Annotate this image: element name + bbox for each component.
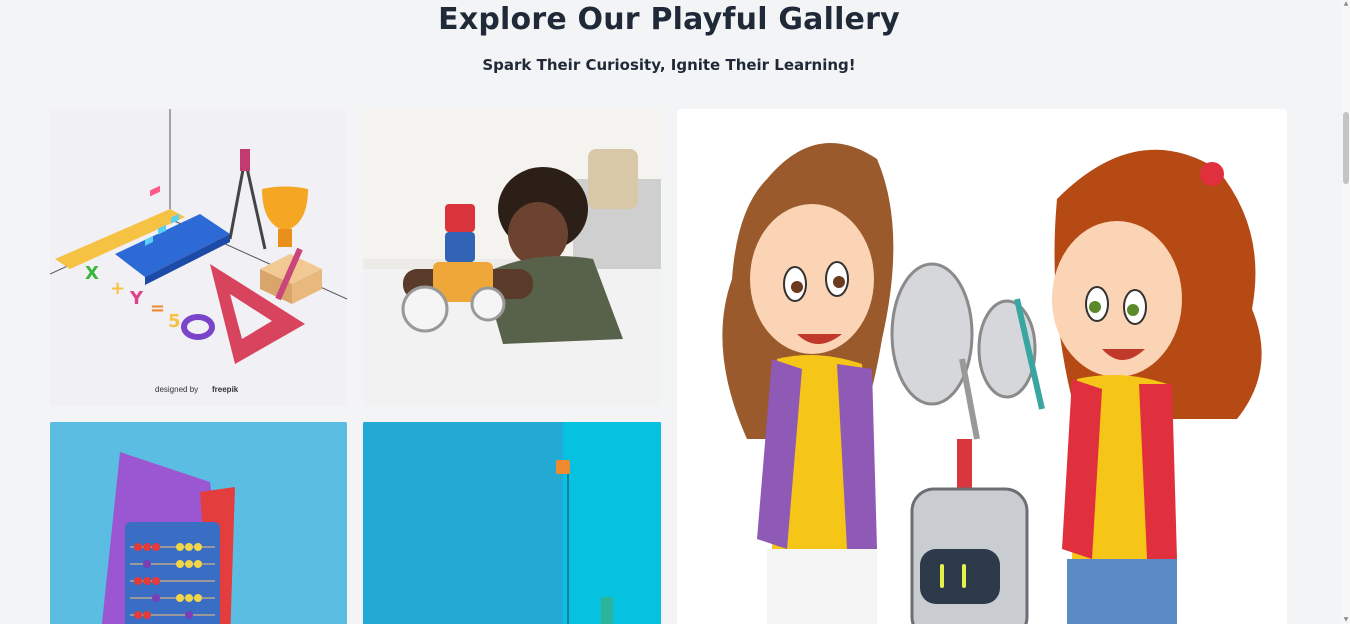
svg-text:+: + — [110, 278, 125, 299]
scroll-up-icon[interactable]: ▲ — [1343, 0, 1349, 8]
svg-text:5: 5 — [168, 311, 181, 332]
child-robot-photo — [363, 109, 661, 406]
watermark-text: designed by — [155, 385, 198, 394]
scroll-down-icon[interactable]: ▼ — [1343, 616, 1349, 624]
svg-text:=: = — [150, 298, 165, 319]
gallery-image-child-robot[interactable] — [363, 109, 661, 406]
gallery-image-girls-robot[interactable] — [677, 109, 1287, 624]
gallery-image-abacus[interactable] — [50, 422, 347, 624]
letter-blocks-photo — [363, 422, 661, 624]
svg-text:X: X — [85, 263, 99, 284]
school-supplies-illustration: X + Y = 5 designed by freepik — [50, 109, 347, 406]
page-title: Explore Our Playful Gallery — [438, 2, 900, 37]
abacus-photo — [50, 422, 347, 624]
girls-robot-illustration — [677, 109, 1287, 624]
watermark-brand: freepik — [212, 385, 239, 394]
scrollbar-thumb[interactable] — [1343, 112, 1349, 184]
svg-text:Y: Y — [129, 288, 144, 309]
page-subtitle: Spark Their Curiosity, Ignite Their Lear… — [482, 56, 856, 74]
page-scrollbar[interactable]: ▲ ▼ — [1342, 0, 1350, 624]
gallery-page: Explore Our Playful Gallery Spark Their … — [0, 0, 1350, 624]
gallery-image-letter-blocks[interactable] — [363, 422, 661, 624]
gallery-image-school-supplies[interactable]: X + Y = 5 designed by freepik — [50, 109, 347, 406]
